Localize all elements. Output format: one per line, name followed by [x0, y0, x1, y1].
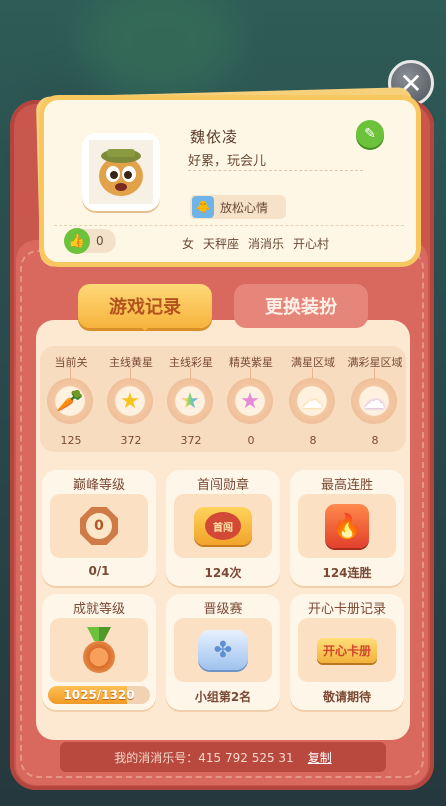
stat-stem: [312, 368, 313, 378]
peak-badge-icon: 0: [80, 507, 118, 545]
tile-max-streak[interactable]: 最高连胜 🔥 124连胜: [290, 470, 404, 586]
tile-peak-level[interactable]: 巅峰等级 0 0/1: [42, 470, 156, 586]
village-tag: 开心村: [293, 237, 330, 251]
copy-id-button[interactable]: 复制: [308, 749, 332, 766]
stat-stem: [190, 368, 191, 378]
star-stat-value: 372: [120, 434, 142, 447]
tile-icon-area: 🔥: [298, 494, 396, 558]
tile-first-pass-medal[interactable]: 首闯勋章 首闯 124次: [166, 470, 280, 586]
tile-title: 最高连胜: [320, 478, 373, 493]
active-tab-arrow-icon: [138, 324, 152, 331]
stat-stem: [374, 368, 375, 378]
tile-title: 巅峰等级: [72, 478, 125, 493]
tile-happy-card-album[interactable]: 开心卡册记录 开心卡册 敬请期待: [290, 594, 404, 710]
player-id-text: 我的消消乐号：415 792 525 31: [114, 750, 294, 765]
achievement-progress-bar: 1025/1320: [48, 686, 150, 704]
tile-icon-area: [50, 618, 148, 682]
tile-icon-area: 首闯: [174, 494, 272, 558]
rainbow-cloud-icon: ☁: [351, 378, 397, 424]
stat-stem: [130, 368, 131, 378]
star-stat-label: 满彩星区域: [347, 356, 403, 369]
rainbow-star-icon: ★: [167, 378, 213, 424]
star-stat-full-star-zone[interactable]: 满星区域 ☁ 8: [284, 354, 342, 447]
signature-underline: [188, 170, 363, 171]
star-stat-current-level[interactable]: 当前关 🥕 125: [42, 354, 100, 447]
mood-icon: 🐥: [192, 196, 214, 218]
tile-title: 成就等级: [72, 602, 125, 617]
tile-title: 开心卡册记录: [307, 602, 386, 617]
card-divider: [54, 225, 404, 226]
thumbs-up-icon[interactable]: 👍: [64, 228, 90, 254]
progress-text: 1025/1320: [63, 688, 135, 702]
player-name: 魏依凌: [190, 128, 239, 146]
mood-badge[interactable]: 🐥 放松心情: [190, 195, 286, 219]
tile-icon-area: 开心卡册: [298, 618, 396, 682]
achievement-medal-icon: [83, 627, 115, 673]
tile-icon-area: ✤: [174, 618, 272, 682]
yellow-star-icon: ★: [107, 378, 153, 424]
purple-star-icon: ★: [227, 378, 273, 424]
cloud-star-icon: ☁: [289, 378, 335, 424]
star-stat-label: 主线彩星: [169, 356, 213, 369]
tab-game-records[interactable]: 游戏记录: [78, 284, 212, 328]
background-blob: [80, 0, 240, 100]
gender-tag: 女: [182, 237, 195, 251]
stat-stem: [250, 368, 251, 378]
profile-tags: 女 天秤座 消消乐 开心村: [182, 235, 329, 252]
star-stat-label: 当前关: [54, 356, 88, 369]
like-count: 0: [96, 234, 104, 248]
tab-change-outfit[interactable]: 更换装扮: [234, 284, 368, 328]
tile-title: 晋级赛: [203, 602, 243, 617]
star-stat-main-rainbow[interactable]: 主线彩星 ★ 372: [162, 354, 220, 447]
star-stat-label: 精英紫星: [229, 356, 273, 369]
game-tag: 消消乐: [248, 237, 285, 251]
star-stat-value: 0: [247, 434, 255, 447]
tab-label: 游戏记录: [109, 297, 181, 318]
flame-icon: 🔥: [325, 504, 369, 548]
star-stat-label: 主线黄星: [109, 356, 153, 369]
player-id-bar: 我的消消乐号：415 792 525 31 复制: [60, 742, 386, 772]
star-stat-full-rainbow-zone[interactable]: 满彩星区域 ☁ 8: [346, 354, 404, 447]
mood-label: 放松心情: [220, 200, 269, 215]
tab-label: 更换装扮: [265, 297, 337, 318]
star-stat-elite-purple[interactable]: 精英紫星 ★ 0: [222, 354, 280, 447]
clover-badge-icon: ✤: [198, 630, 248, 670]
stat-stem: [70, 368, 71, 378]
carrot-icon: 🥕: [47, 378, 93, 424]
card-album-icon: 开心卡册: [316, 637, 377, 663]
edit-profile-button[interactable]: ✎: [356, 120, 384, 148]
avatar[interactable]: [82, 133, 160, 211]
raccoon-avatar-icon: [89, 140, 153, 204]
tile-promotion-match[interactable]: 晋级赛 ✤ 小组第2名: [166, 594, 280, 710]
tile-achievement-level[interactable]: 成就等级 1025/1320: [42, 594, 156, 710]
peak-badge-number: 0: [86, 513, 112, 539]
star-stat-value: 125: [60, 434, 82, 447]
tile-value: 敬请期待: [322, 690, 371, 704]
player-signature: 好累，玩会儿: [188, 154, 267, 169]
tile-icon-area: 0: [50, 494, 148, 558]
medal-badge-text: 首闯: [205, 512, 241, 540]
star-stat-value: 372: [180, 434, 202, 447]
tile-value: 124次: [204, 566, 242, 580]
star-stat-label: 满星区域: [291, 356, 335, 369]
star-stat-main-yellow[interactable]: 主线黄星 ★ 372: [102, 354, 160, 447]
pencil-icon: ✎: [364, 126, 376, 142]
tile-value: 0/1: [88, 564, 110, 578]
medal-icon: 首闯: [194, 507, 252, 545]
tile-value: 124连胜: [322, 566, 372, 580]
zodiac-tag: 天秤座: [203, 237, 240, 251]
tile-value: 小组第2名: [194, 690, 252, 704]
star-stat-value: 8: [309, 434, 317, 447]
star-stat-value: 8: [371, 434, 379, 447]
tile-title: 首闯勋章: [196, 478, 249, 493]
